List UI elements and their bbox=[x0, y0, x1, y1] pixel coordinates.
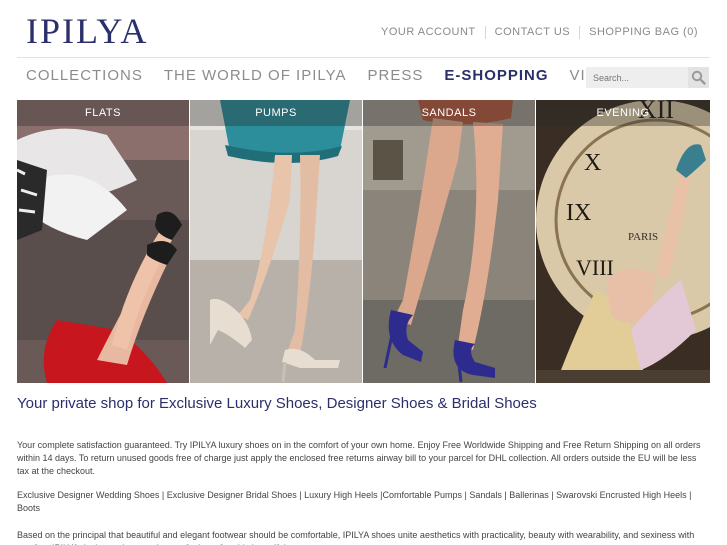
category-label-flats: FLATS bbox=[17, 100, 189, 126]
category-banner: FLATS PUMPS SANDALS XII X IX VIII PARIS … bbox=[17, 100, 710, 383]
sandals-photo bbox=[363, 100, 535, 383]
category-label-evening: EVENING bbox=[536, 100, 710, 126]
header-divider bbox=[17, 57, 710, 58]
svg-text:VIII: VIII bbox=[576, 255, 614, 280]
magnifier-icon bbox=[691, 70, 706, 85]
category-label-pumps: PUMPS bbox=[190, 100, 362, 126]
contact-us-link[interactable]: CONTACT US bbox=[484, 26, 580, 39]
philosophy-paragraph: Based on the principal that beautiful an… bbox=[17, 530, 695, 545]
nav-e-shopping[interactable]: E-SHOPPING bbox=[444, 66, 548, 86]
nav-collections[interactable]: COLLECTIONS bbox=[26, 66, 143, 86]
site-header: IPILYA YOUR ACCOUNT CONTACT US SHOPPING … bbox=[0, 0, 727, 60]
intro-paragraph: Your complete satisfaction guaranteed. T… bbox=[17, 440, 701, 476]
search-button[interactable] bbox=[688, 67, 709, 88]
svg-text:X: X bbox=[584, 150, 601, 176]
your-account-link[interactable]: YOUR ACCOUNT bbox=[372, 26, 485, 39]
category-evening[interactable]: XII X IX VIII PARIS EVENING bbox=[536, 100, 710, 383]
category-label-sandals: SANDALS bbox=[363, 100, 535, 126]
svg-text:PARIS: PARIS bbox=[628, 231, 658, 243]
utility-nav: YOUR ACCOUNT CONTACT US SHOPPING BAG (0) bbox=[372, 26, 707, 39]
pumps-photo bbox=[190, 100, 362, 383]
nav-world-of-ipilya[interactable]: THE WORLD OF IPILYA bbox=[164, 66, 347, 86]
category-pumps[interactable]: PUMPS bbox=[190, 100, 363, 383]
flats-photo bbox=[17, 100, 189, 383]
category-sandals[interactable]: SANDALS bbox=[363, 100, 536, 383]
brand-logo[interactable]: IPILYA bbox=[26, 10, 148, 52]
product-keywords-paragraph: Exclusive Designer Wedding Shoes | Exclu… bbox=[17, 490, 692, 513]
page-headline: Your private shop for Exclusive Luxury S… bbox=[17, 395, 537, 412]
evening-photo: XII X IX VIII PARIS bbox=[536, 100, 710, 383]
search-box bbox=[586, 67, 709, 88]
main-nav: COLLECTIONS THE WORLD OF IPILYA PRESS E-… bbox=[26, 66, 642, 86]
svg-text:IX: IX bbox=[566, 200, 591, 226]
category-flats[interactable]: FLATS bbox=[17, 100, 190, 383]
shopping-bag-link[interactable]: SHOPPING BAG (0) bbox=[579, 26, 707, 39]
search-input[interactable] bbox=[586, 67, 686, 88]
nav-press[interactable]: PRESS bbox=[368, 66, 424, 86]
